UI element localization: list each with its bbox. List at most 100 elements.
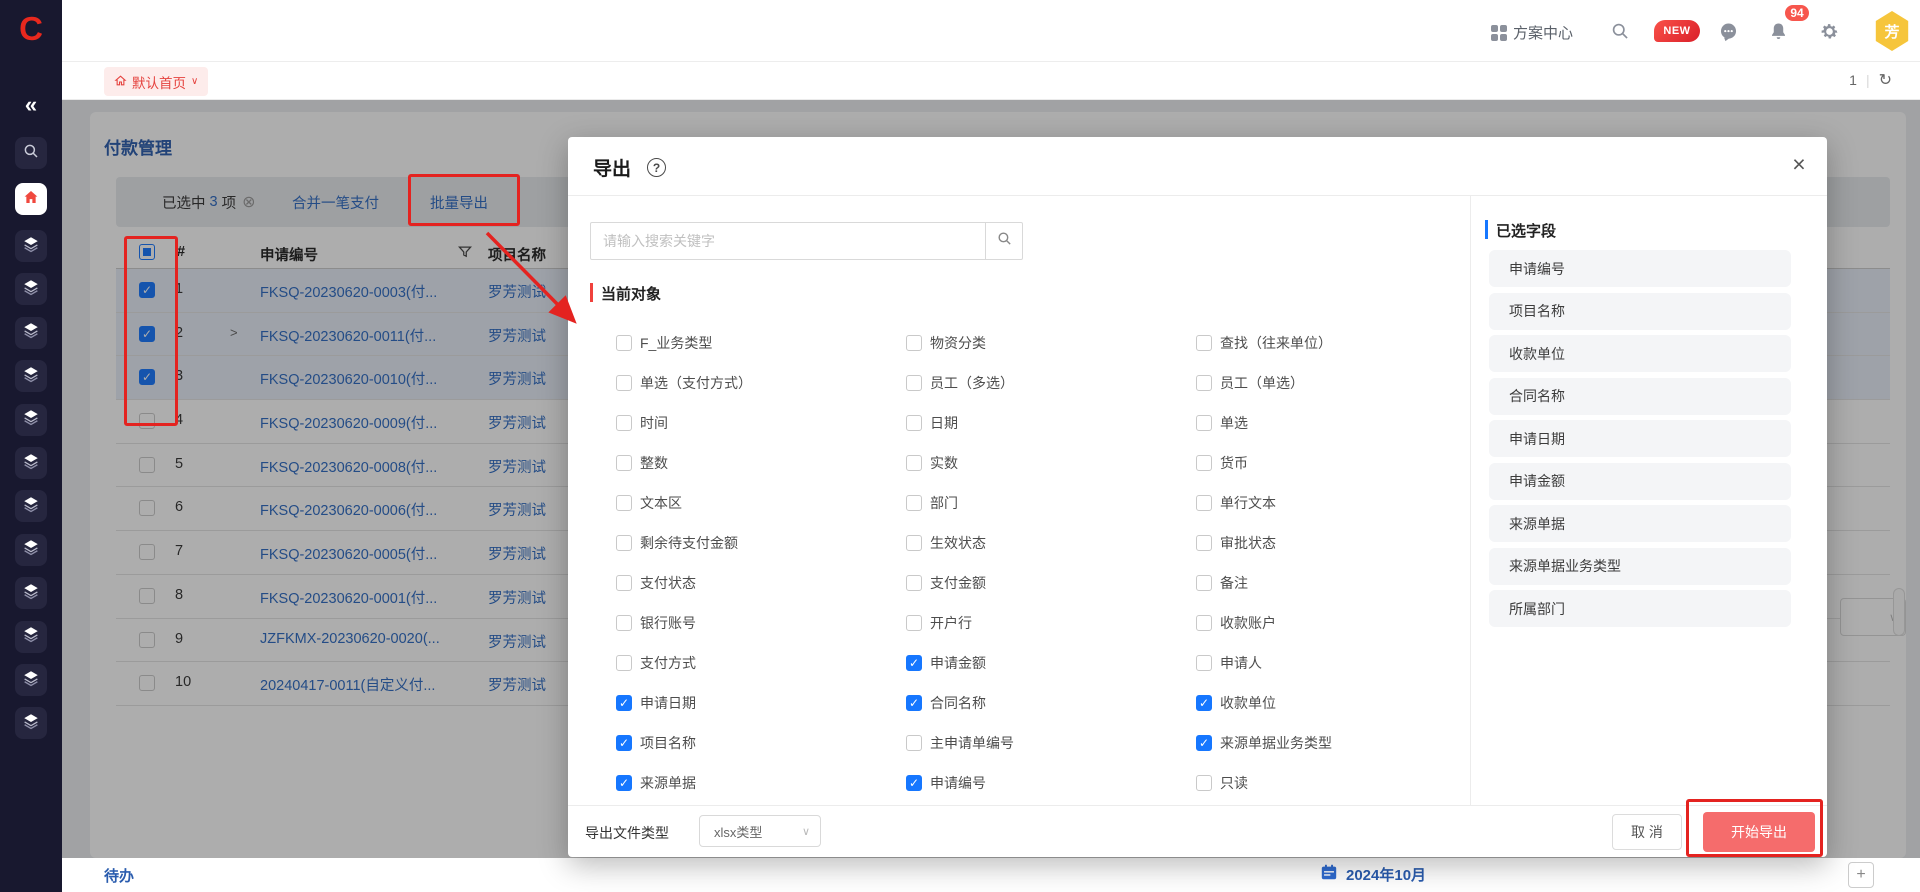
field-option[interactable]: 文本区 [616, 491, 682, 515]
sidebar-item-module[interactable] [15, 273, 47, 305]
field-checkbox[interactable] [1196, 455, 1212, 471]
field-option[interactable]: 查找（往来单位） [1196, 331, 1332, 355]
sidebar-item-module[interactable] [15, 664, 47, 696]
field-option[interactable]: 剩余待支付金额 [616, 531, 738, 555]
field-checkbox[interactable] [906, 375, 922, 391]
field-checkbox[interactable] [906, 415, 922, 431]
selected-field-chip[interactable]: 申请日期 [1489, 420, 1791, 457]
field-checkbox[interactable] [906, 535, 922, 551]
field-checkbox[interactable] [906, 455, 922, 471]
field-option[interactable]: 开户行 [906, 611, 972, 635]
sidebar-search-button[interactable] [15, 137, 47, 169]
field-option[interactable]: ✓收款单位 [1196, 691, 1276, 715]
user-avatar[interactable]: 芳 [1874, 11, 1910, 51]
field-option[interactable]: ✓来源单据业务类型 [1196, 731, 1332, 755]
field-checkbox[interactable] [616, 615, 632, 631]
notifications-button[interactable] [1768, 21, 1789, 46]
field-checkbox[interactable]: ✓ [616, 775, 632, 791]
selected-field-chip[interactable]: 申请编号 [1489, 250, 1791, 287]
field-option[interactable]: 单行文本 [1196, 491, 1276, 515]
sidebar-item-module[interactable] [15, 360, 47, 392]
field-checkbox[interactable]: ✓ [616, 695, 632, 711]
start-export-button[interactable]: 开始导出 [1703, 812, 1815, 852]
selected-field-chip[interactable]: 合同名称 [1489, 378, 1791, 415]
field-checkbox[interactable] [616, 655, 632, 671]
add-event-button[interactable]: + [1848, 862, 1874, 888]
selected-field-chip[interactable]: 项目名称 [1489, 293, 1791, 330]
field-option[interactable]: 时间 [616, 411, 668, 435]
field-search-button[interactable] [986, 222, 1023, 260]
refresh-icon[interactable]: ↻ [1879, 70, 1892, 90]
field-option[interactable]: 备注 [1196, 571, 1248, 595]
field-option[interactable]: F_业务类型 [616, 331, 712, 355]
field-checkbox[interactable] [906, 615, 922, 631]
selected-field-chip[interactable]: 所属部门 [1489, 590, 1791, 627]
file-type-select[interactable]: xlsx类型 ∨ [699, 815, 821, 847]
field-checkbox[interactable] [616, 455, 632, 471]
field-option[interactable]: ✓来源单据 [616, 771, 696, 795]
field-checkbox[interactable] [1196, 415, 1212, 431]
sidebar-item-module[interactable] [15, 230, 47, 262]
field-option[interactable]: ✓合同名称 [906, 691, 986, 715]
solution-center-nav[interactable]: 方案中心 [1491, 22, 1573, 43]
sidebar-item-module[interactable] [15, 577, 47, 609]
field-checkbox[interactable]: ✓ [906, 695, 922, 711]
field-checkbox[interactable] [1196, 775, 1212, 791]
sidebar-item-module[interactable] [15, 490, 47, 522]
field-search-input[interactable] [590, 222, 986, 260]
field-checkbox[interactable]: ✓ [906, 775, 922, 791]
field-option[interactable]: ✓申请日期 [616, 691, 696, 715]
field-checkbox[interactable] [1196, 335, 1212, 351]
field-option[interactable]: ✓申请编号 [906, 771, 986, 795]
field-checkbox[interactable] [1196, 655, 1212, 671]
field-option[interactable]: 日期 [906, 411, 958, 435]
close-icon[interactable]: × [1784, 149, 1814, 179]
field-checkbox[interactable] [1196, 495, 1212, 511]
field-option[interactable]: 申请人 [1196, 651, 1262, 675]
field-option[interactable]: 生效状态 [906, 531, 986, 555]
field-option[interactable]: 银行账号 [616, 611, 696, 635]
messages-button[interactable] [1718, 21, 1739, 46]
field-checkbox[interactable] [1196, 615, 1212, 631]
selected-field-chip[interactable]: 来源单据 [1489, 505, 1791, 542]
selected-field-chip[interactable]: 来源单据业务类型 [1489, 548, 1791, 585]
collapse-sidebar-icon[interactable]: « [0, 92, 62, 118]
field-checkbox[interactable] [906, 575, 922, 591]
field-option[interactable]: 只读 [1196, 771, 1248, 795]
field-checkbox[interactable] [616, 575, 632, 591]
field-checkbox[interactable]: ✓ [616, 735, 632, 751]
field-option[interactable]: ✓项目名称 [616, 731, 696, 755]
field-checkbox[interactable]: ✓ [1196, 735, 1212, 751]
field-checkbox[interactable] [616, 495, 632, 511]
field-option[interactable]: 整数 [616, 451, 668, 475]
field-option[interactable]: 单选 [1196, 411, 1248, 435]
field-option[interactable]: 部门 [906, 491, 958, 515]
field-option[interactable]: 支付状态 [616, 571, 696, 595]
field-checkbox[interactable] [906, 335, 922, 351]
tab-default-home[interactable]: 默认首页 ∨ [104, 67, 208, 96]
field-checkbox[interactable] [906, 495, 922, 511]
sidebar-item-module[interactable] [15, 447, 47, 479]
sidebar-item-home[interactable] [15, 183, 47, 215]
field-checkbox[interactable]: ✓ [906, 655, 922, 671]
field-checkbox[interactable]: ✓ [1196, 695, 1212, 711]
field-option[interactable]: 单选（支付方式） [616, 371, 752, 395]
field-option[interactable]: 收款账户 [1196, 611, 1276, 635]
field-option[interactable]: 支付方式 [616, 651, 696, 675]
new-badge[interactable]: NEW [1654, 20, 1700, 42]
field-checkbox[interactable] [616, 415, 632, 431]
field-option[interactable]: 审批状态 [1196, 531, 1276, 555]
field-checkbox[interactable] [1196, 535, 1212, 551]
sidebar-item-module[interactable] [15, 404, 47, 436]
field-checkbox[interactable] [906, 735, 922, 751]
cancel-button[interactable]: 取 消 [1612, 814, 1682, 850]
global-search-button[interactable] [1610, 21, 1630, 45]
sidebar-item-module[interactable] [15, 621, 47, 653]
field-checkbox[interactable] [1196, 375, 1212, 391]
selected-field-chip[interactable]: 申请金额 [1489, 463, 1791, 500]
field-option[interactable]: 货币 [1196, 451, 1248, 475]
field-checkbox[interactable] [616, 375, 632, 391]
field-option[interactable]: 员工（多选） [906, 371, 1014, 395]
field-option[interactable]: 员工（单选） [1196, 371, 1304, 395]
field-checkbox[interactable] [616, 335, 632, 351]
